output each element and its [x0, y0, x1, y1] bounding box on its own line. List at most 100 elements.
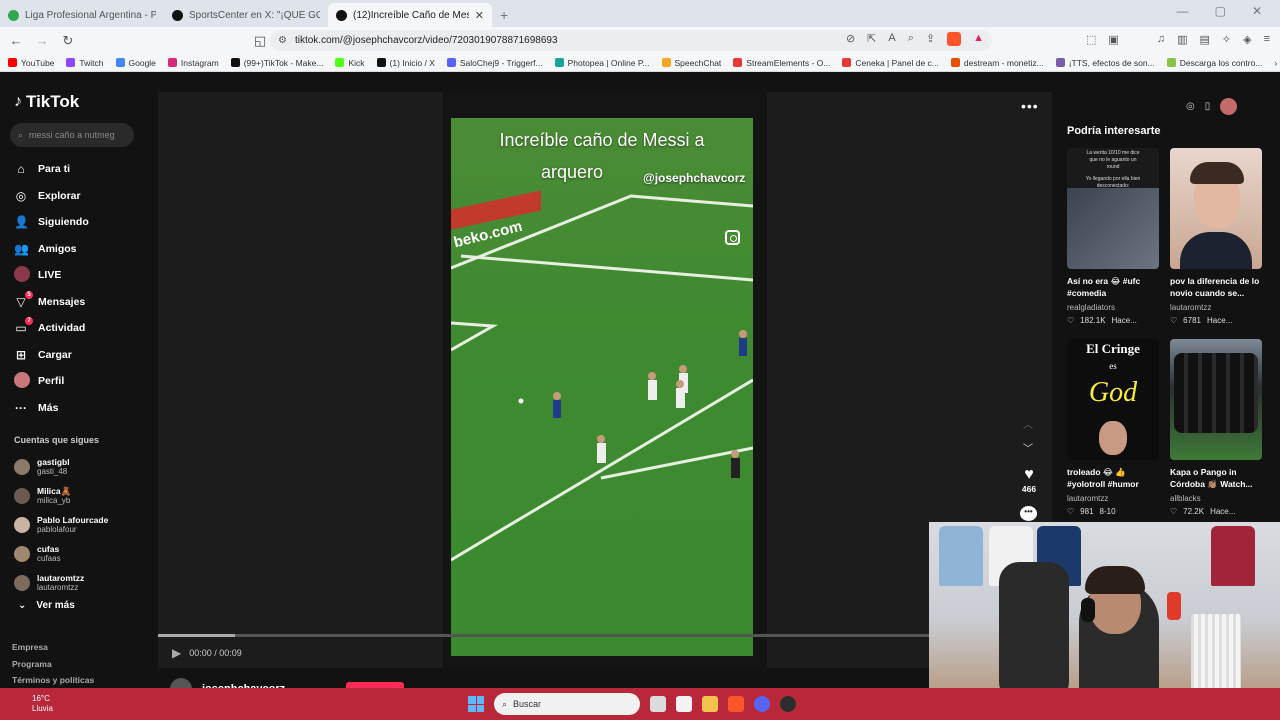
- store-icon[interactable]: [676, 696, 692, 712]
- account-handle: gasti_48: [37, 466, 68, 476]
- brave-icon[interactable]: [728, 696, 744, 712]
- close-window-icon[interactable]: ✕: [1252, 4, 1262, 18]
- open-external-icon[interactable]: ⇱: [867, 32, 876, 46]
- site-info-icon[interactable]: ⚙: [278, 35, 287, 46]
- leo-icon[interactable]: ✧: [1222, 33, 1231, 46]
- reload-icon[interactable]: ↻: [58, 33, 78, 49]
- bookmark-item[interactable]: Photopea | Online P...: [554, 58, 650, 68]
- bookmark-item[interactable]: Instagram: [167, 58, 219, 68]
- sidebar-item-más[interactable]: ··· Más: [14, 395, 154, 422]
- following-icon: 👤: [14, 215, 29, 230]
- compass-icon: ◎: [15, 188, 27, 203]
- sidebar-item-actividad[interactable]: ▭ 7 Actividad: [14, 315, 154, 342]
- sidebar-item-amigos[interactable]: 👥 Amigos: [14, 236, 154, 263]
- weather-text: Lluvia: [32, 704, 53, 713]
- following-account[interactable]: Milica🧸 milica_yb: [14, 481, 154, 510]
- new-tab-button[interactable]: +: [492, 7, 516, 27]
- recommend-card[interactable]: La werita 10/10 me dice que no le aguant…: [1067, 148, 1159, 325]
- bookmark-item[interactable]: (99+)TikTok - Make...: [230, 58, 323, 68]
- bookmark-icon[interactable]: ◱: [250, 33, 270, 49]
- bookmark-favicon: [335, 58, 345, 67]
- footer-link[interactable]: Empresa: [12, 639, 94, 656]
- user-avatar[interactable]: [1220, 98, 1238, 115]
- wallet-alt-icon[interactable]: ▤: [1199, 33, 1209, 46]
- account-name: Milica🧸: [37, 485, 72, 496]
- sidebar-item-live[interactable]: LIVE: [14, 262, 154, 289]
- bookmark-item[interactable]: Kick: [335, 58, 365, 68]
- bookmark-item[interactable]: SpeechChat: [661, 58, 721, 68]
- back-icon[interactable]: ←: [6, 33, 26, 48]
- bookmark-item[interactable]: SaloChej9 - Triggerf...: [446, 58, 543, 68]
- play-icon[interactable]: ▶: [172, 646, 181, 660]
- weather-widget[interactable]: 16°C Lluvia: [32, 694, 53, 714]
- file-explorer-icon[interactable]: [702, 696, 718, 712]
- browser-tab-active[interactable]: (12)Increíble Caño de Messi: Hat... ✕: [328, 3, 492, 27]
- sidebar-item-para-ti[interactable]: ⌂ Para ti: [14, 156, 154, 183]
- bookmark-item[interactable]: Descarga los contro...: [1166, 58, 1262, 68]
- footer-link[interactable]: Términos y políticas: [12, 672, 94, 689]
- bookmark-favicon: [446, 58, 456, 67]
- bookmark-item[interactable]: ¡TTS, efectos de son...: [1055, 58, 1155, 68]
- following-account[interactable]: cufas cufaas: [14, 539, 154, 568]
- browser-tab[interactable]: SportsCenter en X: "¡QUÉ GOLAZO D...: [164, 3, 328, 27]
- discord-icon[interactable]: [754, 696, 770, 712]
- previous-video-icon[interactable]: ︿: [1023, 416, 1033, 431]
- search-placeholder: messi caño a nutmeg: [29, 130, 115, 140]
- recommend-card[interactable]: pov la diferencia de lo novio cuando se.…: [1170, 148, 1262, 325]
- recommend-card[interactable]: Kapa o Pango in Córdoba 👏🏽 Watch... allb…: [1170, 339, 1262, 516]
- menu-icon[interactable]: ≡: [1264, 33, 1270, 46]
- wallet-icon[interactable]: ▣: [1108, 33, 1118, 46]
- share-icon[interactable]: ⇪: [926, 32, 935, 46]
- translate-icon[interactable]: A: [888, 32, 895, 46]
- brave-shield-icon[interactable]: [947, 32, 962, 46]
- bookmark-item[interactable]: Google: [115, 58, 156, 68]
- bookmark-item[interactable]: Ceneka | Panel de c...: [842, 58, 939, 68]
- zoom-icon[interactable]: ⌕: [908, 32, 914, 46]
- recommend-card[interactable]: El Cringe es God troleado 😂 👍 #yolotroll…: [1067, 339, 1159, 516]
- media-icon[interactable]: ♫: [1157, 33, 1165, 46]
- like-button[interactable]: ♥ 466: [1019, 466, 1039, 494]
- footer-link[interactable]: Programa: [12, 656, 94, 673]
- next-video-icon[interactable]: ﹀: [1023, 440, 1033, 455]
- browser-tools: ⬚ ▣ ♫ ▥ ▤ ✧ ◈ ≡: [1086, 33, 1270, 46]
- tiktok-logo[interactable]: ♪ TikTok: [14, 92, 79, 112]
- following-account[interactable]: lautaromtzz lautaromtzz: [14, 568, 154, 597]
- taskbar-search[interactable]: ⌕ Buscar: [494, 693, 640, 715]
- browser-tab[interactable]: Liga Profesional Argentina - POSICI...: [0, 3, 164, 27]
- bookmarks-more-icon[interactable]: ›: [1274, 58, 1280, 68]
- windows-start-icon[interactable]: [468, 696, 484, 712]
- video-player[interactable]: beko.com Increíble caño de Messi a arque…: [451, 118, 753, 656]
- search-input[interactable]: ⌕ messi caño a nutmeg: [10, 123, 134, 147]
- bookmark-item[interactable]: Twitch: [66, 58, 104, 68]
- more-options-icon[interactable]: •••: [1021, 98, 1039, 114]
- bookmark-item[interactable]: StreamElements - O...: [733, 58, 830, 68]
- brave-rewards-icon[interactable]: ▲: [973, 32, 984, 46]
- forward-icon[interactable]: →: [32, 33, 52, 48]
- bookmark-item[interactable]: (1) Inicio / X: [376, 58, 435, 68]
- sidebar-item-label: Para ti: [38, 163, 71, 176]
- following-account[interactable]: gastigbl gasti_48: [14, 452, 154, 481]
- close-icon[interactable]: ✕: [475, 9, 484, 22]
- sidebar-item-explorar[interactable]: ◎ Explorar: [14, 183, 154, 210]
- see-more-button[interactable]: ⌄ Ver más: [18, 600, 75, 611]
- sidebar-item-mensajes[interactable]: ▽ 5 Mensajes: [14, 289, 154, 316]
- obs-icon[interactable]: [780, 696, 796, 712]
- task-view-icon[interactable]: [650, 696, 666, 712]
- thumb-hair: [1190, 162, 1244, 184]
- sidebar-item-perfil[interactable]: Perfil: [14, 368, 154, 395]
- video-progress-bar[interactable]: [158, 634, 930, 637]
- compass-icon[interactable]: ◎: [1186, 101, 1195, 112]
- bookmark-item[interactable]: destream - monetiz...: [950, 58, 1044, 68]
- phone-icon[interactable]: ▯: [1205, 101, 1211, 112]
- minimize-icon[interactable]: —: [1177, 4, 1189, 18]
- bookmark-item[interactable]: YouTube: [8, 58, 54, 68]
- maximize-icon[interactable]: ▢: [1215, 4, 1226, 18]
- extensions-icon[interactable]: ⬚: [1086, 33, 1096, 46]
- vpn-icon[interactable]: ◈: [1243, 33, 1251, 46]
- reader-icon[interactable]: ⊘: [846, 32, 855, 46]
- sidebar-icon[interactable]: ▥: [1177, 33, 1187, 46]
- sidebar-item-siguiendo[interactable]: 👤 Siguiendo: [14, 209, 154, 236]
- comment-icon[interactable]: •••: [1020, 506, 1037, 521]
- sidebar-item-cargar[interactable]: ⊞ Cargar: [14, 342, 154, 369]
- following-account[interactable]: Pablo Lafourcade pablolafour: [14, 510, 154, 539]
